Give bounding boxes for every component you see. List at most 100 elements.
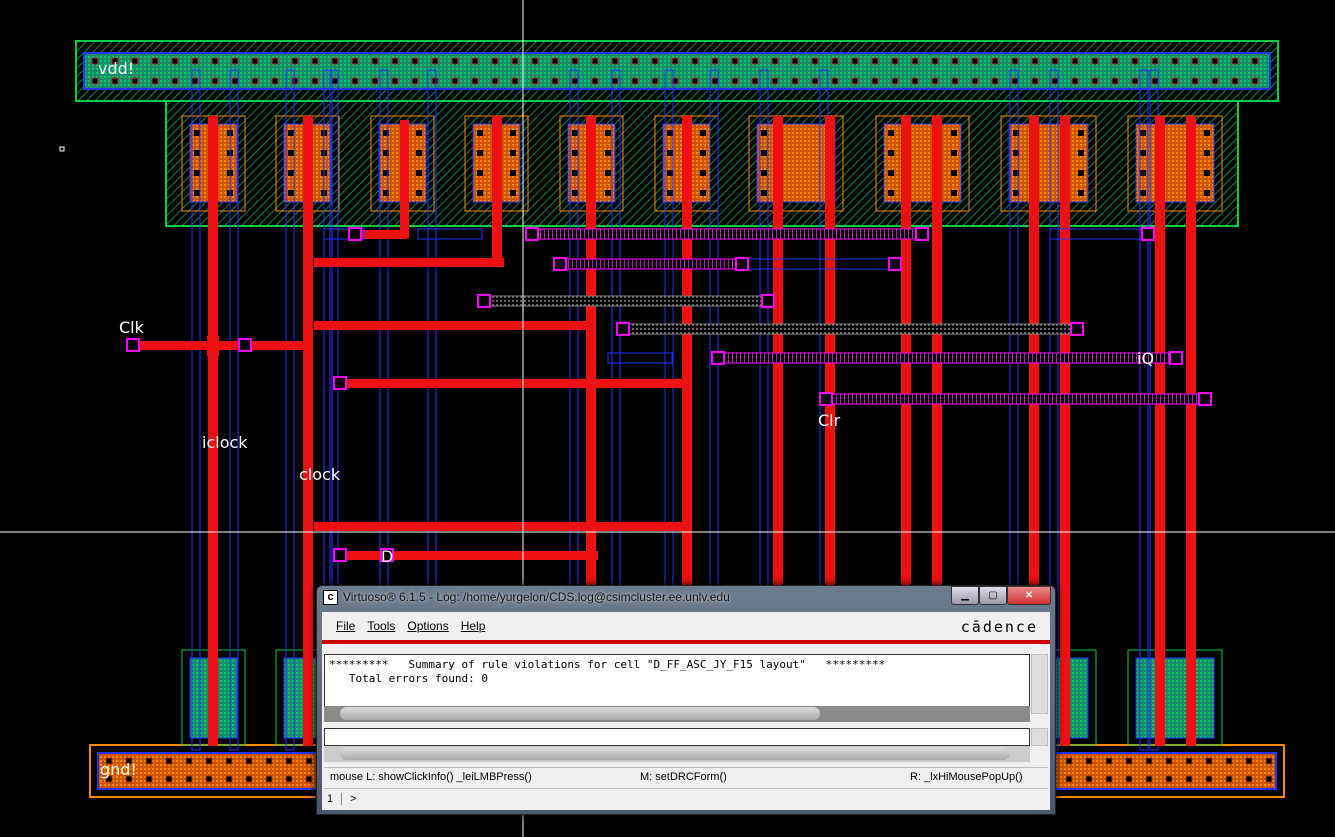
contact	[651, 57, 659, 65]
contact	[572, 170, 578, 176]
contact	[871, 57, 879, 65]
via-contact	[477, 294, 491, 308]
via-contact	[888, 257, 902, 271]
menu-tools[interactable]: Tools	[367, 619, 395, 633]
contact	[1131, 57, 1139, 65]
via-contact	[711, 351, 725, 365]
label-clk[interactable]: Clk	[119, 318, 145, 337]
contact	[951, 170, 957, 176]
contact	[1145, 775, 1153, 783]
label-clock[interactable]: clock	[299, 465, 341, 484]
contact	[351, 77, 359, 85]
contact	[165, 757, 173, 765]
cadence-logo: cādence	[960, 618, 1038, 636]
contact	[1171, 57, 1179, 65]
contact	[151, 57, 159, 65]
contact	[851, 77, 859, 85]
contact	[211, 57, 219, 65]
via-contact	[1141, 227, 1155, 241]
label-gnd[interactable]: gnd!	[100, 760, 137, 779]
menu-file[interactable]: File	[336, 619, 355, 633]
contact	[331, 77, 339, 85]
contact	[888, 170, 894, 176]
status-left: mouse L: showClickInfo() _leiLMBPress()	[330, 771, 532, 783]
poly-gate	[208, 116, 218, 746]
contact	[1078, 150, 1084, 156]
contact	[1205, 775, 1213, 783]
contact	[1245, 775, 1253, 783]
poly-gate	[1060, 116, 1070, 746]
contact	[1131, 77, 1139, 85]
contact	[1231, 77, 1239, 85]
contact	[185, 775, 193, 783]
contact	[205, 775, 213, 783]
label-iclock[interactable]: iclock	[202, 433, 248, 452]
label-d[interactable]: D	[381, 547, 393, 566]
contact	[1251, 57, 1259, 65]
log-output[interactable]: ********* Summary of rule violations for…	[324, 654, 1030, 714]
contact	[1140, 150, 1146, 156]
contact	[571, 77, 579, 85]
menu-help[interactable]: Help	[461, 619, 486, 633]
menu-options[interactable]: Options	[407, 619, 448, 633]
via-contact	[735, 257, 749, 271]
command-input[interactable]	[324, 728, 1030, 746]
contact	[1251, 77, 1259, 85]
contact	[1085, 775, 1093, 783]
prompt-bar[interactable]: 1 >	[324, 788, 1048, 809]
contact	[288, 130, 294, 136]
contact	[667, 170, 673, 176]
contact	[231, 57, 239, 65]
prompt-symbol: >	[350, 793, 357, 805]
log-horizontal-scrollbar[interactable]	[324, 706, 1030, 722]
via-contact	[238, 338, 252, 352]
title-bar[interactable]: c Virtuoso® 6.1.5 - Log: /home/yurgelon/…	[317, 586, 1055, 608]
contact	[791, 77, 799, 85]
contact	[888, 150, 894, 156]
contact	[1205, 757, 1213, 765]
contact	[611, 57, 619, 65]
virtuoso-log-window[interactable]: c Virtuoso® 6.1.5 - Log: /home/yurgelon/…	[316, 585, 1056, 815]
contact	[751, 57, 759, 65]
contact	[591, 57, 599, 65]
contact	[1031, 57, 1039, 65]
poly-gate	[1155, 116, 1165, 746]
poly-gate	[586, 116, 596, 586]
log-vertical-scrollbar[interactable]	[1031, 654, 1048, 714]
contact	[1185, 775, 1193, 783]
contact	[1011, 77, 1019, 85]
contact	[1191, 57, 1199, 65]
poly-gate	[1186, 116, 1196, 746]
label-clr[interactable]: Clr	[818, 411, 841, 430]
contact	[1125, 775, 1133, 783]
via-contact	[1070, 322, 1084, 336]
via-contact	[553, 257, 567, 271]
minimize-button[interactable]: ▁	[951, 586, 979, 605]
command-vertical-scrollbar[interactable]	[1031, 728, 1048, 746]
close-button[interactable]: ✕	[1007, 586, 1051, 605]
origin-marker	[59, 146, 65, 152]
via-contact	[761, 294, 775, 308]
contact	[285, 775, 293, 783]
contact	[288, 150, 294, 156]
via-contact	[1198, 392, 1212, 406]
contact	[761, 170, 767, 176]
label-vdd[interactable]: vdd!	[98, 59, 134, 78]
maximize-button[interactable]: ▢	[979, 586, 1007, 605]
contact	[510, 150, 516, 156]
cadence-c-icon[interactable]: c	[323, 589, 338, 605]
via-contact	[333, 376, 347, 390]
contact	[471, 77, 479, 85]
contact	[1078, 190, 1084, 196]
status-right: R: _lxHiMousePopUp()	[910, 771, 1023, 783]
label-iq[interactable]: iQ	[1137, 349, 1154, 368]
contact	[700, 150, 706, 156]
contact	[1204, 190, 1210, 196]
vdd-rail[interactable]	[75, 40, 1279, 102]
contact	[871, 77, 879, 85]
contact	[194, 170, 200, 176]
contact	[1145, 757, 1153, 765]
command-horizontal-scrollbar[interactable]	[324, 746, 1030, 762]
pmos-diffusion	[1008, 123, 1089, 203]
contact	[631, 57, 639, 65]
